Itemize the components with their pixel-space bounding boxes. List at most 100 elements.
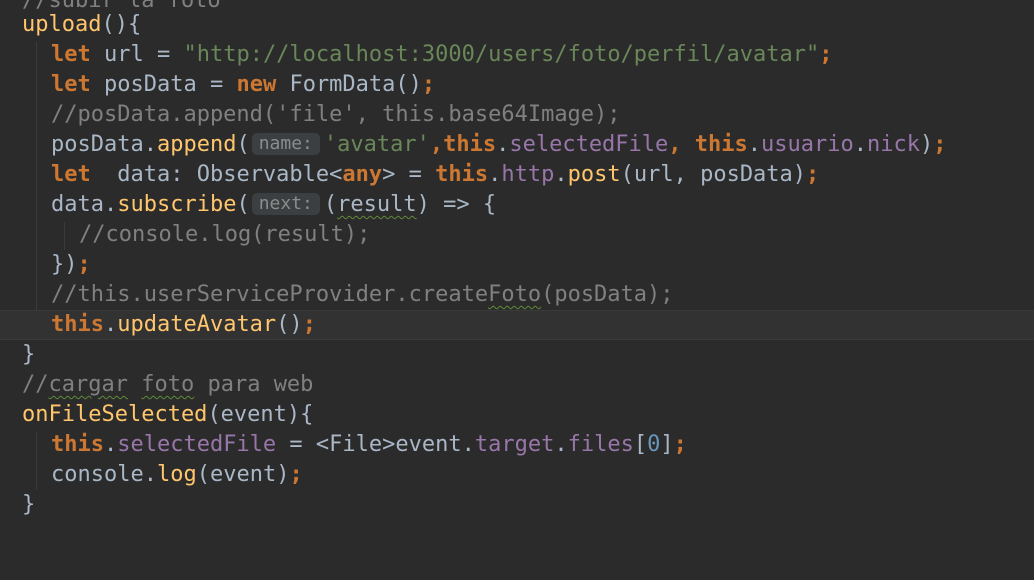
string-literal: 'avatar' <box>323 132 430 157</box>
code-text: posData = <box>90 72 237 97</box>
semicolon: ; <box>421 72 436 97</box>
code-text: = <File>event. <box>276 432 475 457</box>
code-line[interactable]: //cargar foto para web <box>0 370 1034 400</box>
comment-typo-word: foto <box>141 372 195 397</box>
keyword: let <box>51 162 91 187</box>
code-line[interactable]: let posData = new FormData(); <box>0 70 1034 100</box>
keyword: let <box>51 42 91 67</box>
keyword-any: any <box>342 162 383 187</box>
code-line[interactable]: //posData.append('file', this.base64Imag… <box>0 100 1034 130</box>
comment: (posData); <box>541 282 674 307</box>
code-text: ) => { <box>416 192 497 217</box>
code-line[interactable]: data.subscribe(next: (result) => { <box>0 190 1034 220</box>
code-text: posData. <box>51 132 157 157</box>
keyword: let <box>51 72 91 97</box>
code-text: () <box>276 312 303 337</box>
code-line[interactable]: posData.append(name:'avatar',this.select… <box>0 130 1034 160</box>
field: selectedFile <box>509 132 669 157</box>
keyword-this: this <box>435 162 489 187</box>
keyword-this: this <box>51 432 104 457</box>
field: usuario <box>761 132 854 157</box>
code-line[interactable]: }); <box>0 250 1034 280</box>
closing-brace: } <box>22 342 36 367</box>
code-line[interactable]: console.log(event); <box>0 460 1034 490</box>
code-text: console. <box>51 462 157 487</box>
semicolon: ; <box>819 42 833 67</box>
code-line[interactable]: let data: Observable<any> = this.http.po… <box>0 160 1034 190</box>
field: selectedFile <box>117 432 277 457</box>
semicolon: ; <box>289 462 303 487</box>
current-code-line[interactable]: this.updateAvatar(); <box>0 310 1034 340</box>
code-line[interactable]: } <box>0 340 1034 370</box>
comment <box>128 372 141 397</box>
method-name: subscribe <box>117 192 237 217</box>
field: files <box>567 432 634 457</box>
field: nick <box>867 132 920 157</box>
paren: ( <box>323 192 338 217</box>
dot: . <box>747 132 762 157</box>
code-line[interactable]: let url = "http://localhost:3000/users/f… <box>0 40 1034 70</box>
closing-brace: } <box>22 492 36 517</box>
code-text: url = <box>90 42 184 67</box>
dot: . <box>103 432 118 457</box>
comma: , <box>668 132 695 157</box>
semicolon: ; <box>673 432 687 457</box>
code-line[interactable]: //console.log(result); <box>0 220 1034 250</box>
semicolon: ; <box>933 132 947 157</box>
code-editor[interactable]: //subir la foto upload(){ let url = "htt… <box>0 0 1034 546</box>
code-text: (event){ <box>207 402 314 427</box>
code-text: FormData() <box>276 72 422 97</box>
dot: . <box>853 132 867 157</box>
dot: . <box>554 432 568 457</box>
method-name: post <box>567 162 621 187</box>
code-line[interactable]: onFileSelected(event){ <box>0 400 1034 430</box>
code-text: data. <box>51 192 118 217</box>
method-name: onFileSelected <box>22 402 208 427</box>
method-name: updateAvatar <box>117 312 277 337</box>
comment: para web <box>194 372 314 397</box>
keyword-this: this <box>443 132 497 157</box>
bracket: ] <box>660 432 674 457</box>
method-name: append <box>156 132 237 157</box>
parameter-hint: name: <box>251 133 320 155</box>
code-text: data: Observable< <box>90 162 343 187</box>
number-literal: 0 <box>647 432 661 457</box>
parameter-hint: next: <box>251 193 320 215</box>
semicolon: ; <box>77 252 91 277</box>
parameter-name: result <box>337 192 417 217</box>
comment: //this.userServiceProvider.create <box>51 282 489 307</box>
method-name: log <box>156 462 197 487</box>
semicolon: ; <box>302 312 316 337</box>
code-line[interactable]: this.selectedFile = <File>event.target.f… <box>0 430 1034 460</box>
keyword-new: new <box>236 72 277 97</box>
code-text: (event) <box>196 462 290 487</box>
field: target <box>474 432 555 457</box>
dot: . <box>103 312 118 337</box>
semicolon: ; <box>806 162 820 187</box>
comment-typo-word: cargar <box>48 372 128 397</box>
code-line[interactable]: //this.userServiceProvider.createFoto(po… <box>0 280 1034 310</box>
code-text: }) <box>51 252 78 277</box>
dot: . <box>488 162 502 187</box>
code-text: (){ <box>101 12 142 37</box>
string-literal: "http://localhost:3000/users/foto/perfil… <box>183 42 820 67</box>
code-line[interactable]: upload(){ <box>0 10 1034 40</box>
keyword-this: this <box>694 132 748 157</box>
code-text: (url, posData) <box>620 162 807 187</box>
bracket: [ <box>633 432 648 457</box>
comment: // <box>22 372 49 397</box>
method-name: upload <box>22 12 102 37</box>
dot: . <box>554 162 568 187</box>
field: http <box>501 162 555 187</box>
code-text: > = <box>382 162 436 187</box>
paren: ) <box>919 132 934 157</box>
keyword-this: this <box>51 312 104 337</box>
paren: ( <box>236 192 250 217</box>
comment: //posData.append('file', this.base64Imag… <box>51 102 621 127</box>
dot: . <box>496 132 510 157</box>
paren: ( <box>236 132 250 157</box>
comment-typo-word: Foto <box>488 282 542 307</box>
comment: //console.log(result); <box>79 222 371 247</box>
code-line[interactable]: } <box>0 490 1034 520</box>
comma: , <box>429 132 444 157</box>
